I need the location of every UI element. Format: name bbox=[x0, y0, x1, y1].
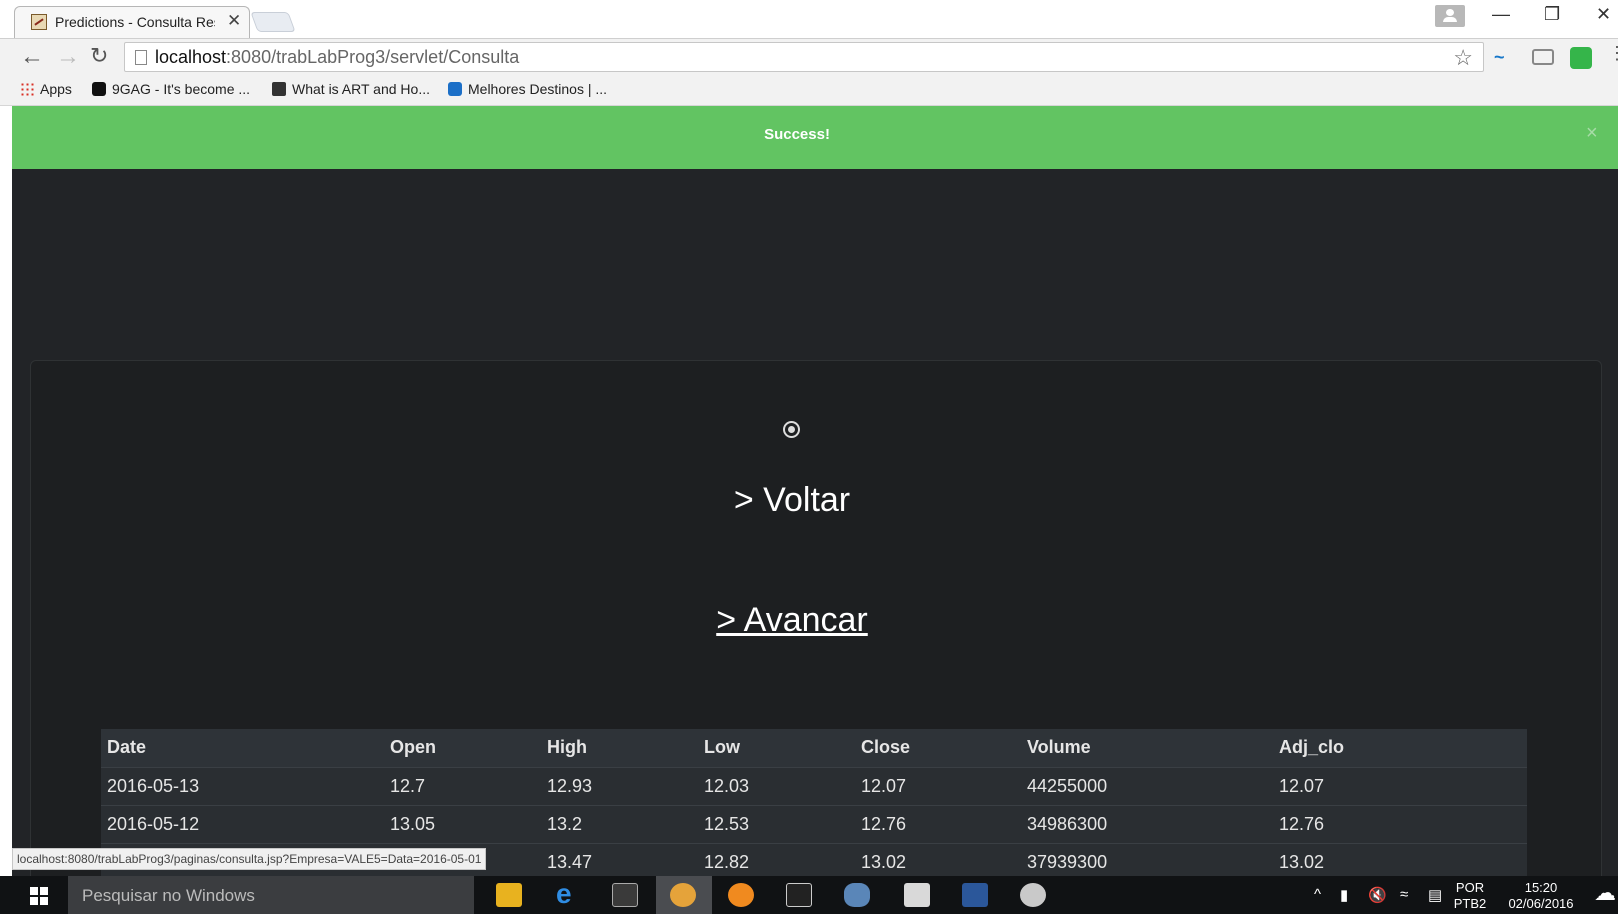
forward-icon[interactable]: → bbox=[56, 43, 80, 71]
postgres-icon[interactable] bbox=[844, 883, 870, 907]
url-text[interactable]: localhost:8080/trabLabProg3/servlet/Cons… bbox=[155, 47, 519, 68]
back-icon[interactable]: ← bbox=[20, 43, 44, 71]
column-header-adj-close: Adj_clo bbox=[1273, 729, 1527, 767]
terminal-icon[interactable] bbox=[786, 883, 812, 907]
address-bar[interactable]: localhost:8080/trabLabProg3/servlet/Cons… bbox=[124, 42, 1484, 72]
cell-adj-close: 12.76 bbox=[1273, 804, 1527, 843]
cell-low: 12.82 bbox=[698, 842, 855, 876]
notifications-icon[interactable]: ▤ bbox=[1428, 886, 1442, 904]
9gag-icon bbox=[92, 82, 106, 96]
word-icon[interactable] bbox=[962, 883, 988, 907]
cell-low: 12.03 bbox=[698, 766, 855, 805]
column-header-high: High bbox=[541, 729, 698, 767]
media-app-icon[interactable] bbox=[612, 883, 638, 907]
table-row: 2016-05-13 12.7 12.93 12.03 12.07 442550… bbox=[101, 766, 1527, 805]
windows-start-icon[interactable] bbox=[30, 887, 48, 905]
page-content: Success! × > Voltar > Avancar Date Open … bbox=[12, 106, 1618, 876]
menu-icon[interactable]: ⋮ bbox=[1608, 43, 1618, 64]
taskbar-search[interactable]: Pesquisar no Windows bbox=[68, 876, 474, 914]
extension-icon[interactable]: ~ bbox=[1494, 47, 1516, 69]
lock-icon bbox=[272, 82, 286, 96]
cell-open: 12.7 bbox=[384, 766, 541, 805]
bookmark-site-icon bbox=[448, 82, 462, 96]
favicon-icon bbox=[31, 14, 47, 30]
reload-icon[interactable]: ↻ bbox=[90, 43, 108, 69]
action-center-icon[interactable]: ☁ bbox=[1594, 880, 1616, 906]
list-bullet bbox=[785, 423, 798, 436]
apps-icon bbox=[20, 82, 34, 96]
column-header-date: Date bbox=[101, 729, 384, 767]
column-header-close: Close bbox=[855, 729, 1021, 767]
browser-toolbar: ← → ↻ localhost:8080/trabLabProg3/servle… bbox=[0, 38, 1618, 76]
cell-date: 2016-05-13 bbox=[101, 766, 384, 805]
java-icon[interactable] bbox=[904, 883, 930, 907]
profile-icon[interactable] bbox=[1435, 5, 1465, 27]
avancar-link[interactable]: > Avancar bbox=[31, 601, 1553, 640]
cell-high: 13.47 bbox=[541, 842, 698, 876]
bookmarks-bar: Apps 9GAG - It's become ... What is ART … bbox=[0, 76, 1618, 106]
table-row: 2016-05-12 13.05 13.2 12.53 12.76 349863… bbox=[101, 804, 1527, 843]
table-header-row: Date Open High Low Close Volume Adj_clo bbox=[101, 729, 1527, 767]
cell-close: 13.02 bbox=[855, 842, 1021, 876]
column-header-volume: Volume bbox=[1021, 729, 1273, 767]
paint-icon[interactable] bbox=[1020, 883, 1046, 907]
language-indicator[interactable]: POR PTB2 bbox=[1452, 880, 1488, 912]
bookmark-art[interactable]: What is ART and Ho... bbox=[272, 81, 430, 97]
tab-title: Predictions - Consulta Res bbox=[55, 14, 215, 30]
cell-close: 12.07 bbox=[855, 766, 1021, 805]
cell-volume: 34986300 bbox=[1021, 804, 1273, 843]
cell-volume: 37939300 bbox=[1021, 842, 1273, 876]
cell-open: 13.05 bbox=[384, 804, 541, 843]
clock[interactable]: 15:20 02/06/2016 bbox=[1500, 880, 1582, 912]
wifi-icon[interactable]: ≈ bbox=[1400, 886, 1408, 903]
bookmark-melhores-destinos[interactable]: Melhores Destinos | ... bbox=[448, 81, 607, 97]
page-icon bbox=[135, 50, 147, 65]
tab-bar: Predictions - Consulta Res ✕ — ❐ ✕ bbox=[0, 0, 1618, 38]
cell-high: 13.2 bbox=[541, 804, 698, 843]
tab-close-button[interactable]: ✕ bbox=[227, 11, 241, 31]
star-icon[interactable]: ☆ bbox=[1453, 45, 1473, 71]
column-header-low: Low bbox=[698, 729, 855, 767]
close-window-button[interactable]: ✕ bbox=[1596, 4, 1611, 25]
windows-taskbar: Pesquisar no Windows e ^ ▮ 🔇 ≈ ▤ POR PTB… bbox=[0, 876, 1618, 914]
browser-tab[interactable]: Predictions - Consulta Res ✕ bbox=[14, 6, 250, 38]
cell-low: 12.53 bbox=[698, 804, 855, 843]
link-status-bar: localhost:8080/trabLabProg3/paginas/cons… bbox=[12, 848, 487, 870]
voltar-link[interactable]: > Voltar bbox=[31, 481, 1553, 520]
edge-icon[interactable]: e bbox=[556, 878, 582, 909]
cell-high: 12.93 bbox=[541, 766, 698, 805]
chrome-icon[interactable] bbox=[670, 883, 696, 907]
cell-volume: 44255000 bbox=[1021, 766, 1273, 805]
restore-button[interactable]: ❐ bbox=[1544, 4, 1560, 25]
extension-icon[interactable] bbox=[1570, 47, 1592, 69]
volume-muted-icon[interactable]: 🔇 bbox=[1368, 886, 1387, 904]
cell-adj-close: 12.07 bbox=[1273, 766, 1527, 805]
alert-message: Success! bbox=[764, 126, 830, 143]
cell-close: 12.76 bbox=[855, 804, 1021, 843]
file-explorer-icon[interactable] bbox=[496, 883, 522, 907]
alert-close-button[interactable]: × bbox=[1586, 122, 1598, 145]
tray-chevron-icon[interactable]: ^ bbox=[1314, 886, 1321, 903]
cell-date: 2016-05-12 bbox=[101, 804, 384, 843]
minimize-button[interactable]: — bbox=[1492, 4, 1510, 25]
bookmark-apps[interactable]: Apps bbox=[20, 81, 72, 97]
success-alert: Success! × bbox=[12, 106, 1618, 169]
new-tab-button[interactable] bbox=[250, 12, 296, 32]
battery-icon[interactable]: ▮ bbox=[1340, 886, 1348, 904]
firefox-icon[interactable] bbox=[728, 883, 754, 907]
search-placeholder: Pesquisar no Windows bbox=[82, 886, 255, 905]
extension-icon[interactable] bbox=[1532, 49, 1554, 65]
bookmark-9gag[interactable]: 9GAG - It's become ... bbox=[92, 81, 250, 97]
cell-adj-close: 13.02 bbox=[1273, 842, 1527, 876]
column-header-open: Open bbox=[384, 729, 541, 767]
results-panel: > Voltar > Avancar Date Open High Low Cl… bbox=[30, 360, 1602, 876]
